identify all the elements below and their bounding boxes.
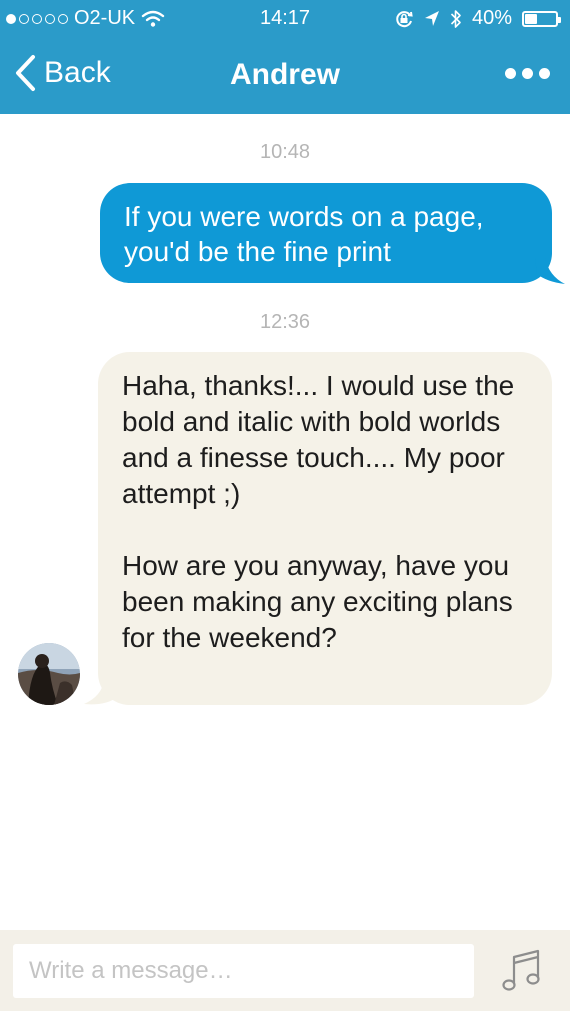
back-label: Back <box>44 56 111 89</box>
outgoing-message-bubble[interactable]: If you were words on a page, you'd be th… <box>100 183 552 283</box>
more-dots-icon[interactable] <box>505 68 550 79</box>
message-text: If you were words on a page, you'd be th… <box>124 201 484 267</box>
message-composer <box>0 930 570 1011</box>
status-right: 40% <box>394 7 561 30</box>
message-paragraph: Haha, thanks!... I would use the bold an… <box>122 370 515 509</box>
back-button[interactable]: Back <box>14 54 111 92</box>
location-arrow-icon <box>424 10 439 26</box>
battery-icon <box>522 10 561 27</box>
avatar[interactable] <box>18 643 80 705</box>
bubble-tail <box>535 258 565 284</box>
incoming-message-bubble[interactable]: Haha, thanks!... I would use the bold an… <box>98 352 552 705</box>
music-note-icon[interactable] <box>500 948 544 994</box>
status-bar: O2-UK 14:17 40% <box>0 0 570 38</box>
avatar-photo <box>18 643 80 705</box>
message-paragraph: How are you anyway, have you been making… <box>122 550 513 653</box>
bubble-tail <box>84 680 116 705</box>
back-chevron-icon <box>16 55 35 91</box>
header: O2-UK 14:17 40% Back Andrew <box>0 0 570 114</box>
message-input[interactable] <box>13 944 474 998</box>
nav-bar: Back Andrew <box>0 40 570 112</box>
rotation-lock-icon <box>396 10 413 27</box>
battery-level-fill <box>525 13 537 24</box>
message-timestamp: 12:36 <box>259 311 311 333</box>
battery-percent: 40% <box>471 7 512 29</box>
message-timestamp: 10:48 <box>259 141 311 163</box>
bluetooth-icon <box>450 9 461 28</box>
